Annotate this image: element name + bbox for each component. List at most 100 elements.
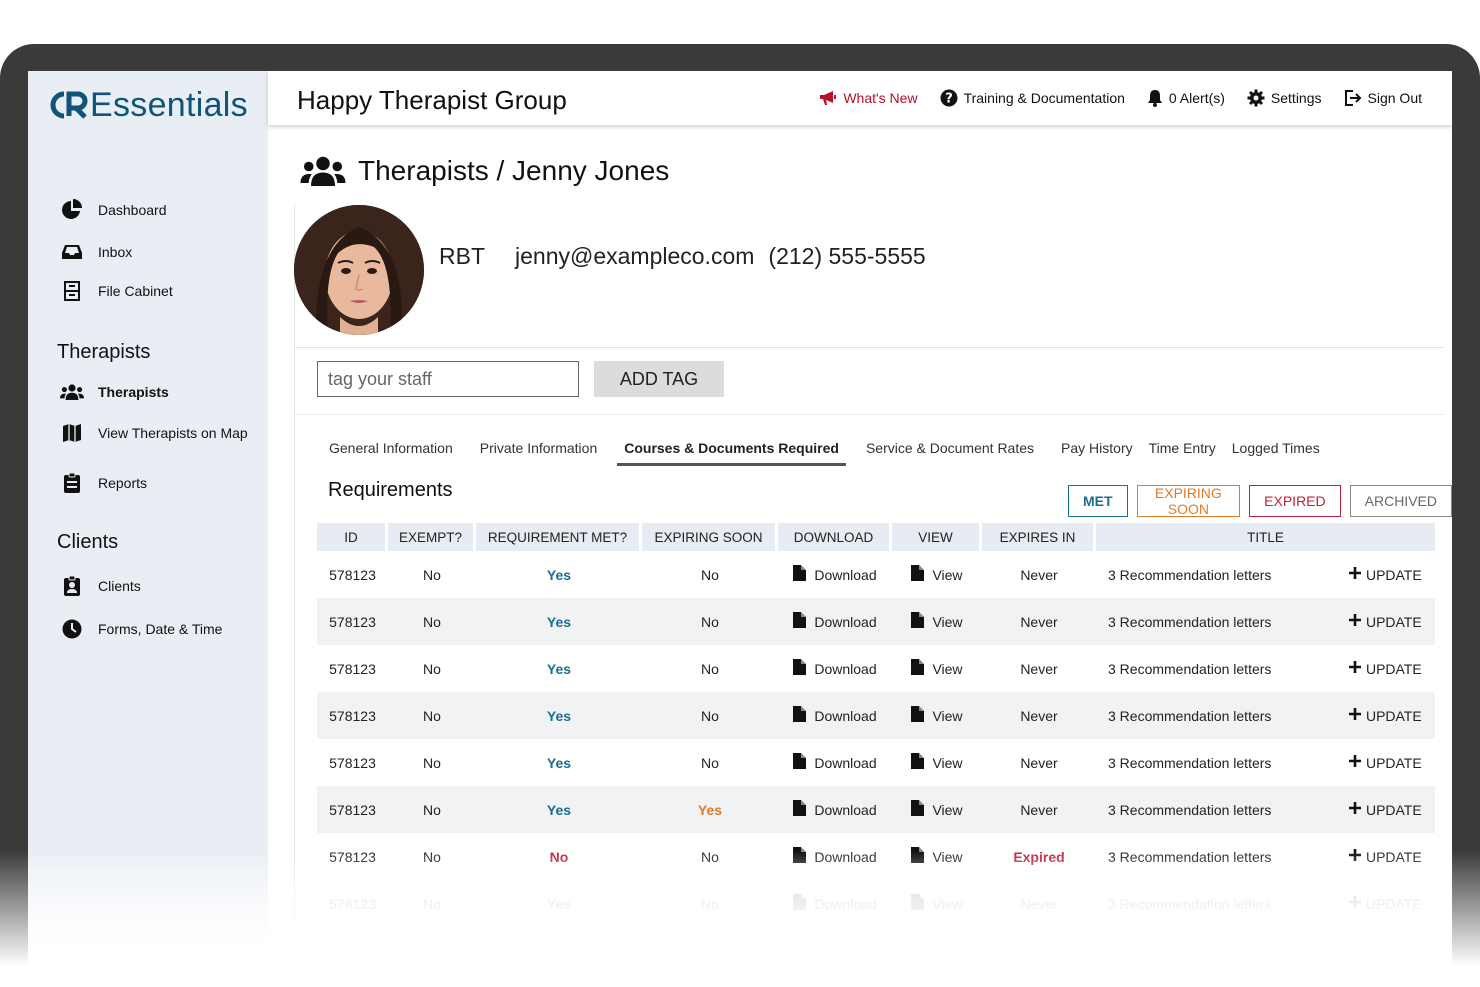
document-icon <box>793 565 814 584</box>
sidebar-item-therapists[interactable]: Therapists <box>60 381 169 403</box>
tab-time-entry[interactable]: Time Entry <box>1149 440 1216 466</box>
training-link[interactable]: ? Training & Documentation <box>940 89 1125 107</box>
sidebar-item-dashboard[interactable]: Dashboard <box>60 199 167 221</box>
update-button[interactable]: UPDATE <box>1348 613 1422 630</box>
cell-title: 3 Recommendation letters <box>1108 848 1272 865</box>
cell-download: Download <box>778 551 892 598</box>
download-label: Download <box>814 848 877 865</box>
download-link[interactable]: Download <box>793 659 877 678</box>
update-button[interactable]: UPDATE <box>1348 848 1422 865</box>
sign-out-link[interactable]: Sign Out <box>1344 89 1422 107</box>
document-icon <box>911 753 932 772</box>
training-label: Training & Documentation <box>963 90 1125 106</box>
column-header-expires-in[interactable]: EXPIRES IN <box>982 523 1096 551</box>
plus-icon <box>1348 801 1366 818</box>
tag-input[interactable] <box>317 361 579 397</box>
plus-icon <box>1348 754 1366 771</box>
sign-out-label: Sign Out <box>1367 90 1422 106</box>
download-link[interactable]: Download <box>793 565 877 584</box>
logo[interactable]: Essentials <box>48 85 248 125</box>
filter-archived-button[interactable]: ARCHIVED <box>1349 485 1452 517</box>
cell-title: 3 Recommendation letters <box>1096 786 1335 833</box>
cell-exempt: No <box>388 692 476 739</box>
cell-title: 3 Recommendation letters <box>1108 566 1272 583</box>
filter-expiring-soon-button[interactable]: EXPIRING SOON <box>1136 485 1241 517</box>
content-divider <box>294 205 295 987</box>
view-link[interactable]: View <box>911 612 963 631</box>
settings-link[interactable]: Settings <box>1247 89 1322 107</box>
view-link[interactable]: View <box>911 659 963 678</box>
update-label: UPDATE <box>1365 707 1422 724</box>
download-label: Download <box>814 566 877 583</box>
profile-email[interactable]: jenny@exampleco.com <box>515 243 754 270</box>
tab-private-information[interactable]: Private Information <box>480 440 598 466</box>
view-label: View <box>932 754 963 771</box>
column-header-title[interactable]: TITLE <box>1096 523 1435 551</box>
update-button[interactable]: UPDATE <box>1348 566 1422 583</box>
column-header-exempt[interactable]: EXEMPT? <box>388 523 476 551</box>
cell-title: 3 Recommendation letters <box>1108 754 1272 771</box>
column-header-id[interactable]: ID <box>317 523 388 551</box>
update-button[interactable]: UPDATE <box>1348 754 1422 771</box>
tab-logged-times[interactable]: Logged Times <box>1232 440 1320 466</box>
cell-update: UPDATE <box>1334 692 1435 739</box>
filter-expired-button[interactable]: EXPIRED <box>1249 485 1341 517</box>
view-label: View <box>932 566 963 583</box>
sidebar-item-inbox[interactable]: Inbox <box>60 241 132 263</box>
cell-title: 3 Recommendation letters <box>1096 692 1335 739</box>
download-link[interactable]: Download <box>793 612 877 631</box>
sidebar-item-map[interactable]: View Therapists on Map <box>60 422 248 444</box>
tab-service-document-rates[interactable]: Service & Document Rates <box>866 440 1034 466</box>
tab-pay-history[interactable]: Pay History <box>1061 440 1133 466</box>
cell-update: UPDATE <box>1334 786 1435 833</box>
cell-exempt: No <box>423 848 441 865</box>
view-label: View <box>932 895 963 912</box>
document-icon <box>793 894 814 913</box>
view-link[interactable]: View <box>911 894 963 913</box>
update-button[interactable]: UPDATE <box>1348 707 1422 724</box>
cell-update: UPDATE <box>1334 598 1435 645</box>
add-tag-button[interactable]: ADD TAG <box>594 361 724 397</box>
download-link[interactable]: Download <box>793 894 877 913</box>
column-header-download[interactable]: DOWNLOAD <box>778 523 892 551</box>
breadcrumb: Therapists / Jenny Jones <box>358 155 670 186</box>
view-link[interactable]: View <box>911 847 963 866</box>
sidebar-item-clients[interactable]: Clients <box>60 575 141 597</box>
update-button[interactable]: UPDATE <box>1348 801 1422 818</box>
download-link[interactable]: Download <box>793 706 877 725</box>
tab-general-information[interactable]: General Information <box>329 440 453 466</box>
update-button[interactable]: UPDATE <box>1348 895 1422 912</box>
column-header-view[interactable]: VIEW <box>892 523 982 551</box>
cell-download: Download <box>778 880 892 927</box>
update-label: UPDATE <box>1365 566 1422 583</box>
cell-id: 578123 <box>317 598 388 645</box>
filter-met-button[interactable]: MET <box>1068 485 1128 517</box>
whats-new-link[interactable]: What's New <box>819 90 918 106</box>
column-header-expiring-soon[interactable]: EXPIRING SOON <box>642 523 778 551</box>
map-icon <box>60 422 84 444</box>
sidebar-item-forms[interactable]: Forms, Date & Time <box>60 618 222 640</box>
column-header-requirement-met[interactable]: REQUIREMENT MET? <box>476 523 642 551</box>
alerts-link[interactable]: 0 Alert(s) <box>1147 89 1225 107</box>
document-icon <box>793 753 814 772</box>
sidebar-item-file-cabinet[interactable]: File Cabinet <box>60 280 173 302</box>
download-link[interactable]: Download <box>793 800 877 819</box>
table-row: 578123 No Yes No Download View Never 3 Recommen… <box>317 598 1435 645</box>
cell-requirement-met: Yes <box>546 566 572 583</box>
sidebar-item-reports[interactable]: Reports <box>60 472 147 494</box>
update-button[interactable]: UPDATE <box>1348 660 1422 677</box>
download-link[interactable]: Download <box>793 847 877 866</box>
cell-view: View <box>892 880 982 927</box>
tab-courses-documents[interactable]: Courses & Documents Required <box>617 440 846 466</box>
cell-requirement-met: Yes <box>476 598 642 645</box>
plus-icon <box>1348 613 1366 630</box>
view-link[interactable]: View <box>911 706 963 725</box>
view-link[interactable]: View <box>911 800 963 819</box>
download-link[interactable]: Download <box>793 753 877 772</box>
gear-icon <box>1247 89 1265 107</box>
view-link[interactable]: View <box>911 565 963 584</box>
cell-download: Download <box>778 692 892 739</box>
cell-exempt: No <box>423 566 441 583</box>
view-link[interactable]: View <box>911 753 963 772</box>
cell-view: View <box>892 786 982 833</box>
